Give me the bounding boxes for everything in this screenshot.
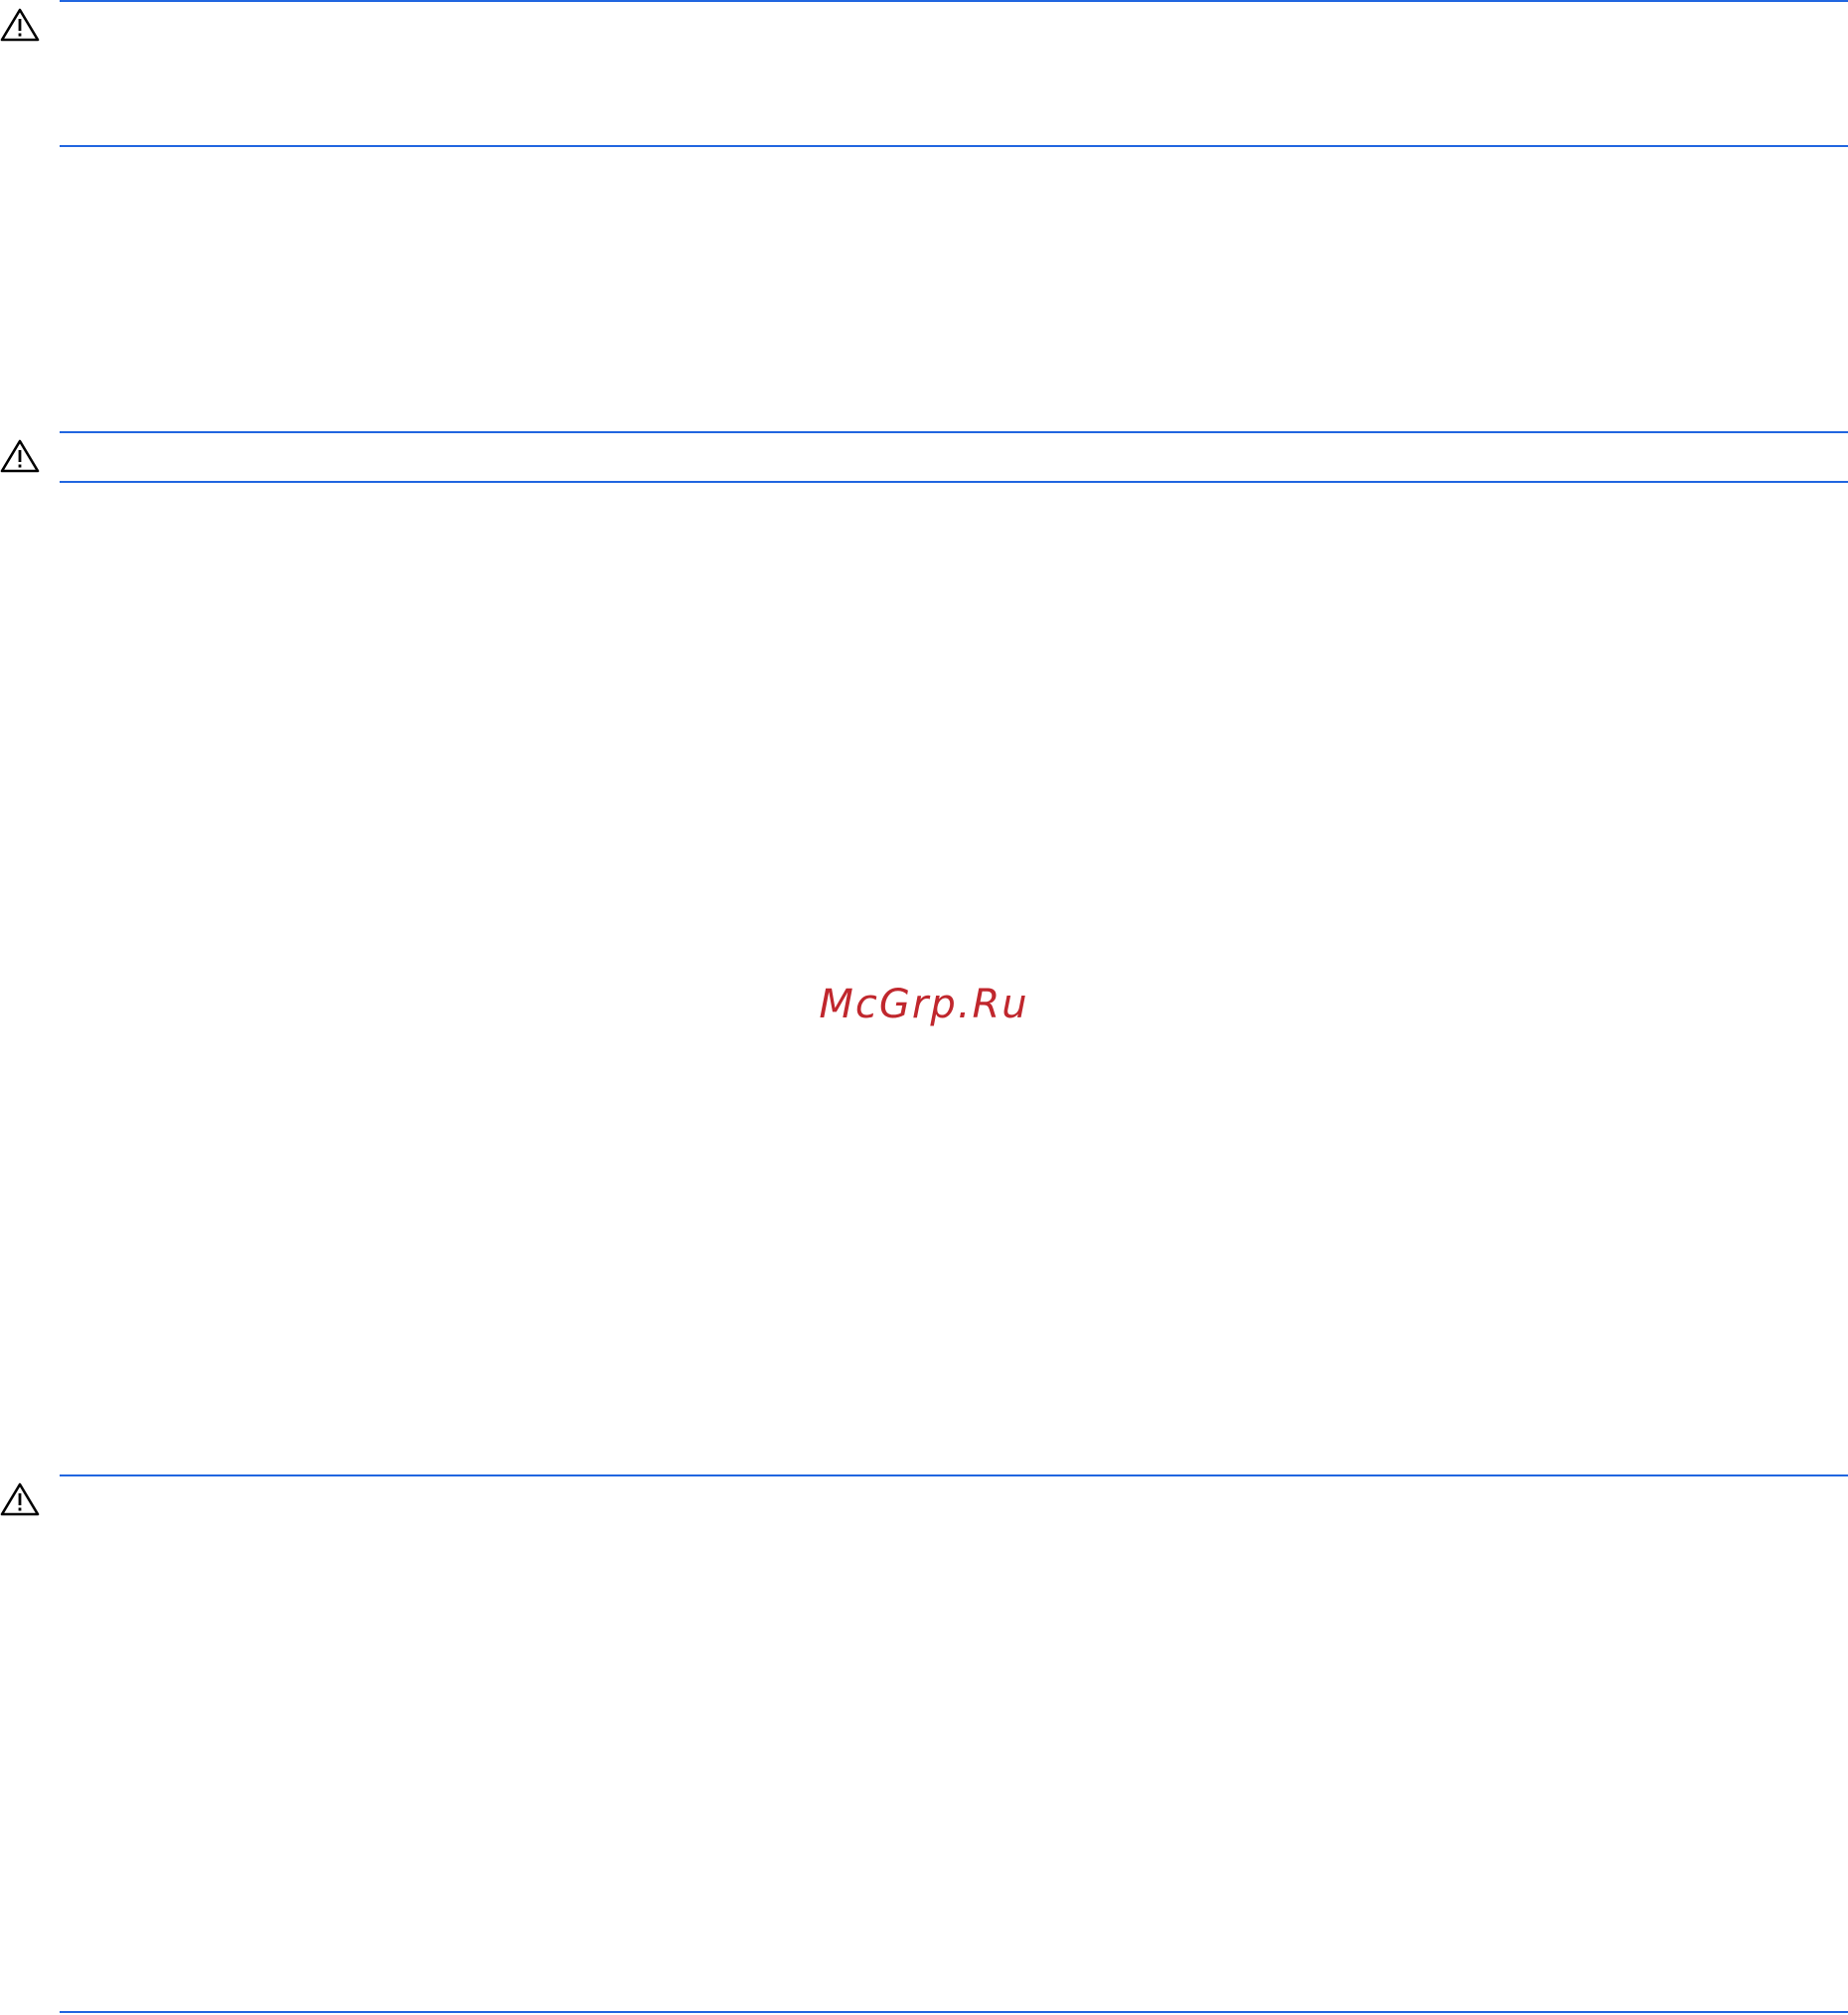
warning-triangle-icon [0,1482,40,1516]
warning-bottom-rule-2 [60,481,1848,483]
warning-top-rule-1 [60,0,1848,2]
warning-triangle-icon [0,8,40,42]
warning-bottom-rule-1 [60,145,1848,147]
warning-top-rule-2 [60,431,1848,433]
watermark: McGrp.Ru [819,982,1029,1027]
warning-triangle-icon [0,439,40,473]
warning-bottom-rule-3 [60,2011,1848,2013]
warning-top-rule-3 [60,1474,1848,1476]
